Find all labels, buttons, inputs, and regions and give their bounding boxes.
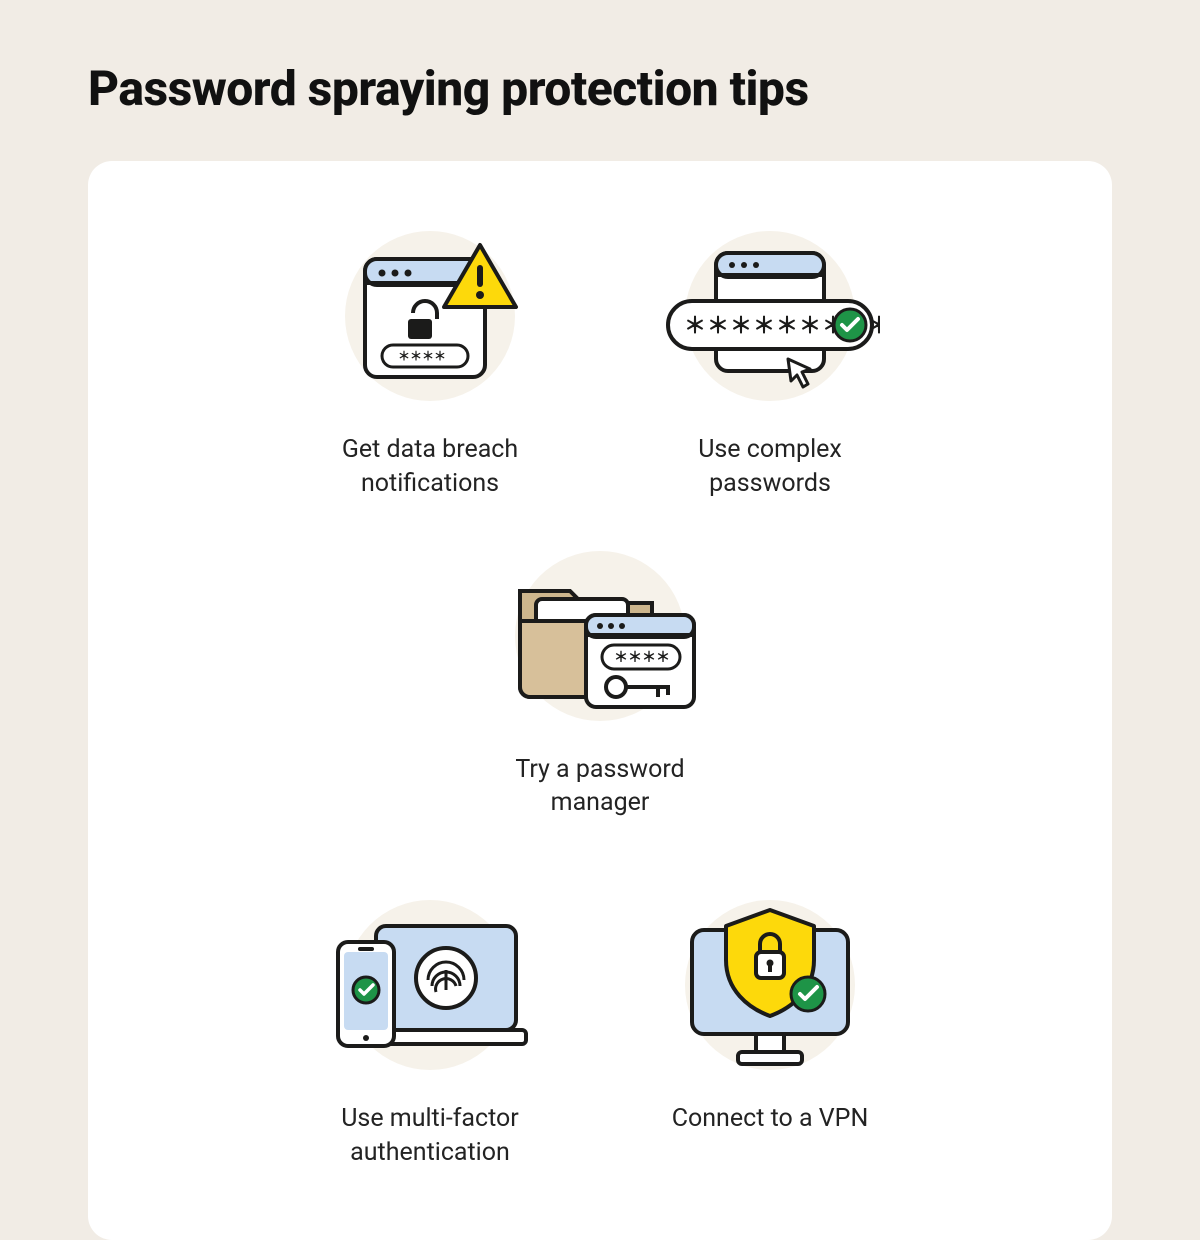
tips-card: ＊＊＊＊ Get data breach notifications [88, 161, 1112, 1240]
tip-password-manager: ＊＊＊＊ Try a password manager [450, 541, 750, 821]
tip-caption: Use multi-factor authentication [300, 1102, 560, 1170]
tip-vpn: Connect to a VPN [620, 890, 920, 1170]
alert-browser-icon: ＊＊＊＊ [320, 221, 540, 411]
laptop-phone-fingerprint-icon [320, 890, 540, 1080]
tip-caption: Use complex passwords [640, 433, 900, 501]
page-title: Password spraying protection tips [88, 60, 1112, 117]
svg-text:＊＊＊＊: ＊＊＊＊ [398, 349, 446, 363]
tip-complex-passwords: ＊＊＊＊＊＊＊＊＊＊＊ Use complex passwords [620, 221, 920, 501]
tip-caption: Connect to a VPN [672, 1102, 869, 1136]
tip-caption: Get data breach notifications [300, 433, 560, 501]
folder-key-icon: ＊＊＊＊ [490, 541, 710, 731]
tip-breach-notifications: ＊＊＊＊ Get data breach notifications [280, 221, 580, 501]
password-field-icon: ＊＊＊＊＊＊＊＊＊＊＊ [660, 221, 880, 411]
tip-mfa: Use multi-factor authentication [280, 890, 580, 1170]
monitor-shield-icon [660, 890, 880, 1080]
svg-text:＊＊＊＊: ＊＊＊＊ [614, 650, 670, 666]
tip-caption: Try a password manager [470, 753, 730, 821]
